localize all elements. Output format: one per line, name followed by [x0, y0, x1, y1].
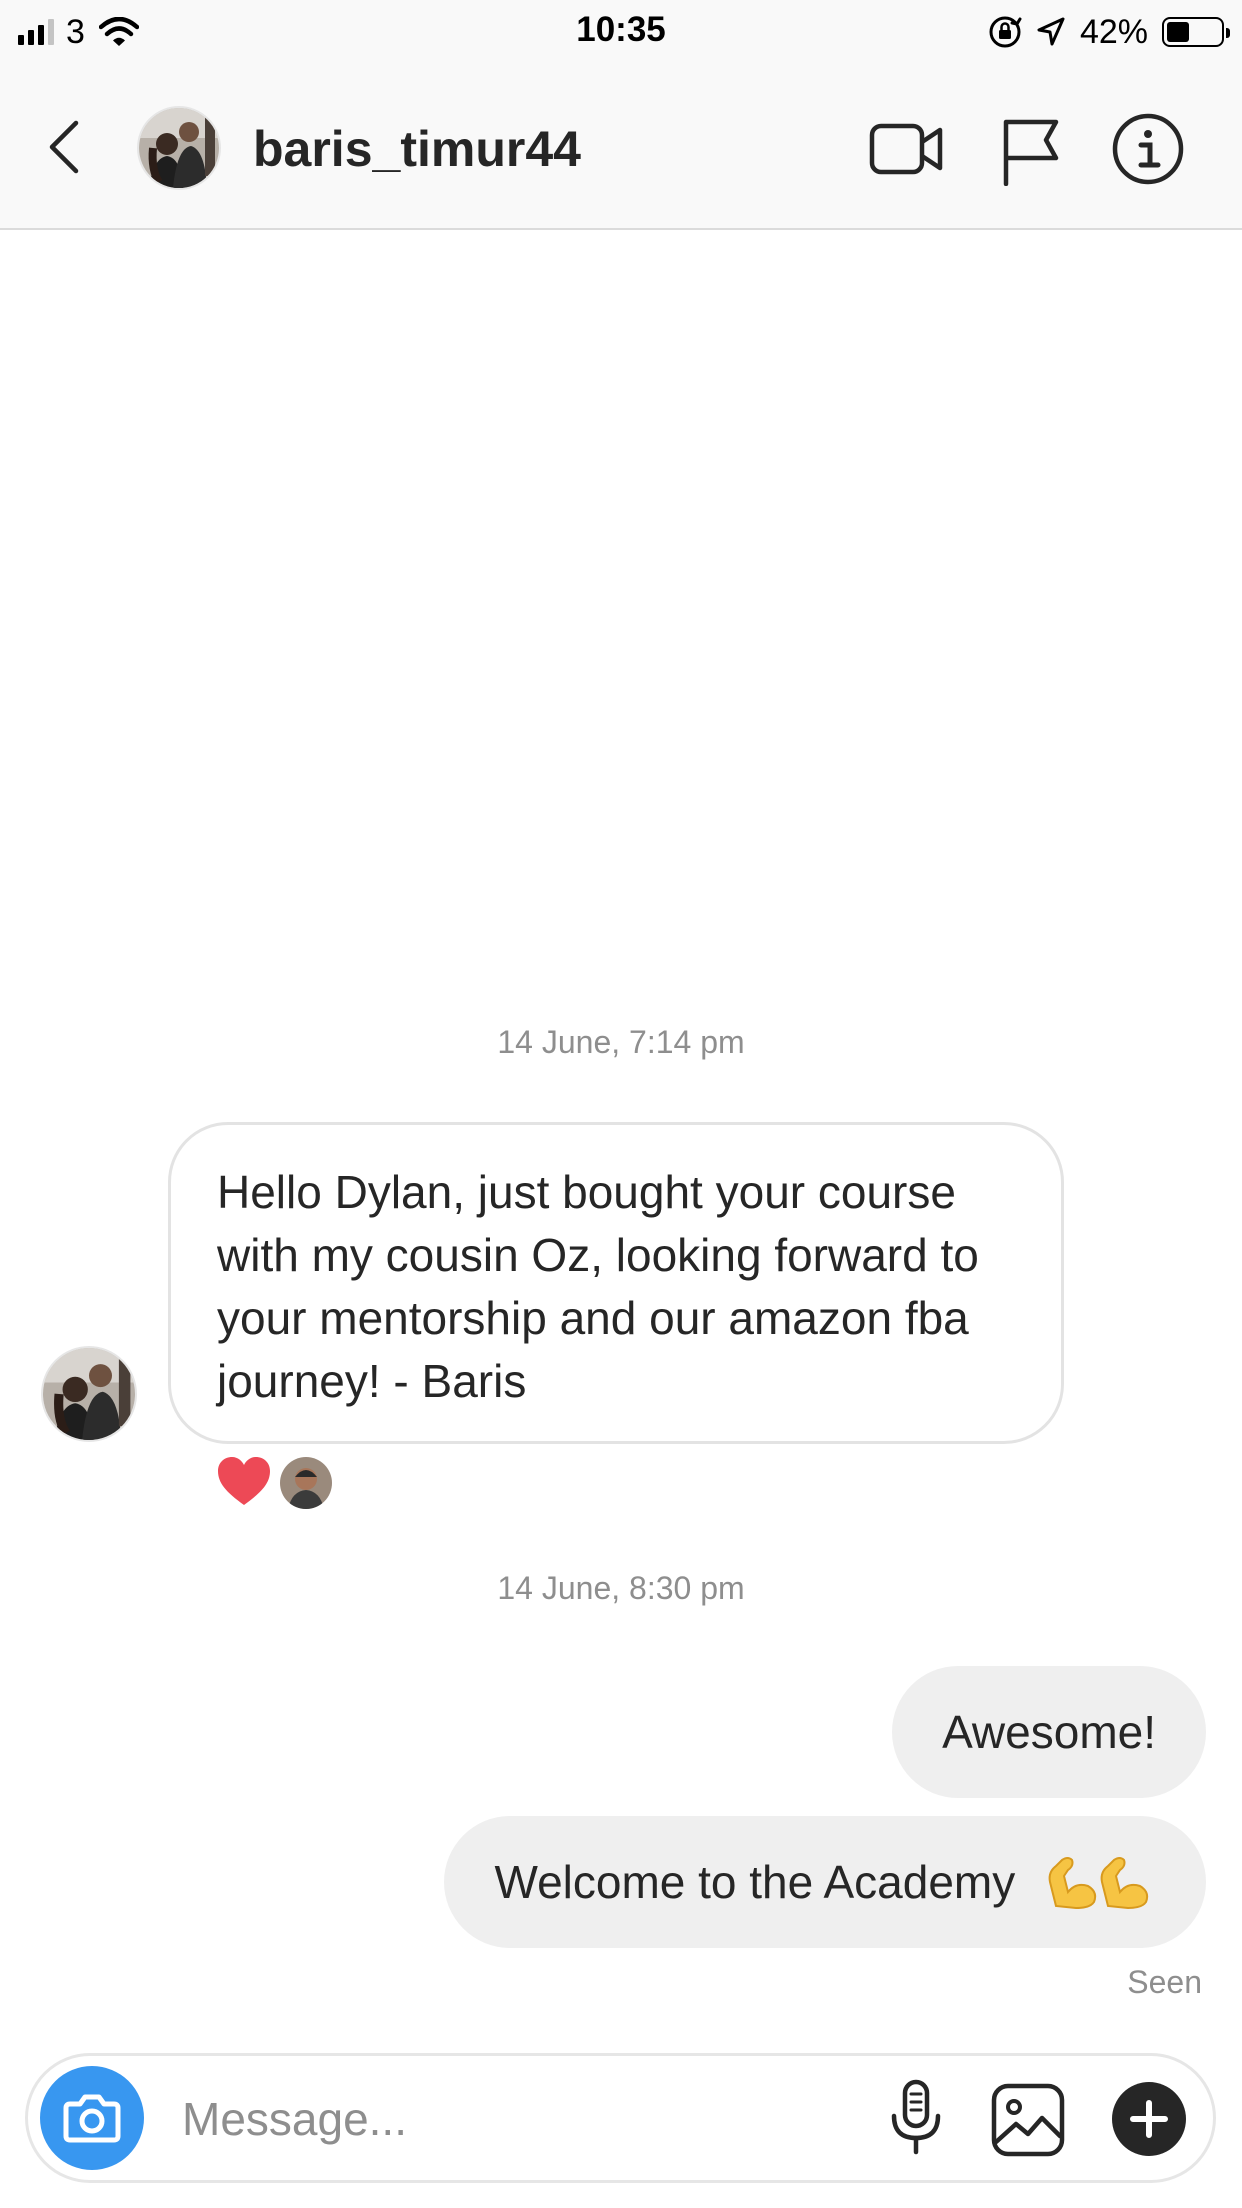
seen-indicator: Seen: [1127, 1964, 1202, 2000]
battery-level: [1167, 22, 1189, 42]
message-text: Awesome!: [942, 1706, 1156, 1758]
avatar-photo: [43, 1348, 135, 1440]
info-icon[interactable]: [1108, 112, 1188, 186]
flexed-biceps-icon: [1048, 1857, 1149, 1910]
add-plus-icon[interactable]: [1111, 2081, 1187, 2157]
message-composer: [25, 2053, 1216, 2183]
timestamp: 14 June, 7:14 pm: [497, 1024, 745, 1060]
outgoing-message-bubble[interactable]: Awesome!: [892, 1666, 1206, 1798]
incoming-message-bubble[interactable]: Hello Dylan, just bought your course wit…: [168, 1122, 1064, 1444]
back-chevron-icon[interactable]: [40, 117, 90, 177]
sender-avatar[interactable]: [41, 1346, 137, 1442]
outgoing-message-bubble[interactable]: Welcome to the Academy: [444, 1816, 1206, 1948]
flexed-biceps-emoji: [1033, 1856, 1156, 1910]
timestamp: 14 June, 8:30 pm: [497, 1570, 745, 1606]
flag-icon[interactable]: [990, 112, 1070, 186]
contact-avatar[interactable]: [137, 106, 221, 190]
orientation-lock-icon: [989, 16, 1022, 48]
message-input[interactable]: [180, 2088, 744, 2150]
avatar-photo: [139, 108, 219, 188]
heart-reaction-icon[interactable]: [216, 1455, 272, 1507]
battery-icon: [1162, 17, 1230, 47]
reactor-avatar: [278, 1455, 334, 1511]
location-arrow-icon: [1037, 17, 1065, 46]
status-right: 42%: [988, 12, 1230, 52]
microphone-icon[interactable]: [886, 2078, 946, 2158]
avatar-photo: [280, 1457, 332, 1509]
camera-icon: [63, 2094, 121, 2143]
chat-screen: 3 10:35 42% baris_timur44 14 June, 7:14 …: [0, 0, 1242, 2208]
chat-header: baris_timur44: [0, 62, 1242, 230]
battery-percent: 42%: [1079, 12, 1148, 51]
camera-button[interactable]: [40, 2066, 144, 2170]
gallery-icon[interactable]: [990, 2082, 1066, 2158]
status-bar: 3 10:35 42%: [0, 0, 1242, 62]
contact-username[interactable]: baris_timur44: [253, 120, 581, 178]
message-text: Welcome to the Academy: [494, 1856, 1016, 1908]
video-call-icon[interactable]: [866, 112, 946, 186]
